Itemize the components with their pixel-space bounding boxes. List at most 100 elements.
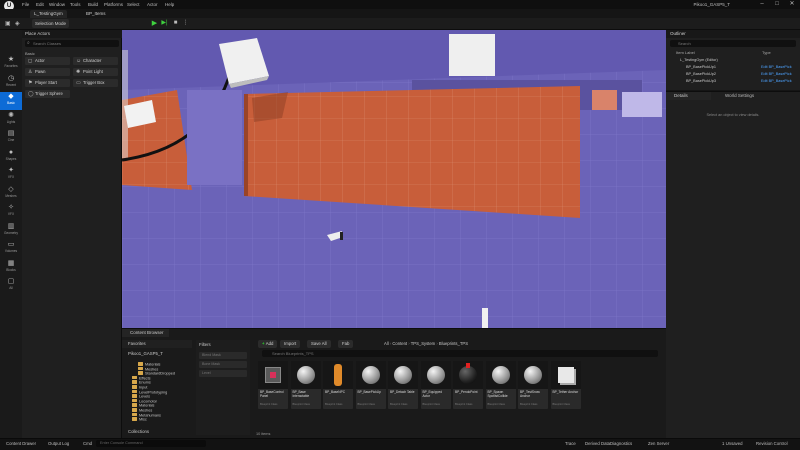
outliner-row[interactable]: BP_BasePickUp2 Edit BP_BasePick — [666, 71, 800, 77]
menu-actor[interactable]: Actor — [147, 2, 158, 7]
add-button[interactable]: + Add — [258, 340, 278, 348]
tab-level[interactable]: L_TestingGym — [30, 10, 67, 18]
sidebar-item-geometry[interactable]: ▥ Geometry — [0, 222, 22, 240]
sidebar-item-volumes[interactable]: ▭ Volumes — [0, 240, 22, 258]
filter-chip[interactable]: Bone Mask — [199, 361, 247, 368]
breadcrumb-item[interactable]: Blueprints_TPS — [439, 341, 468, 346]
asset-tile[interactable]: BP_Detach Table Blueprint Class — [388, 361, 418, 409]
import-button[interactable]: Import — [280, 340, 301, 348]
sidebar-item-recent[interactable]: ◷ Recent — [0, 74, 22, 92]
asset-tile[interactable]: BP_BaseNPC Blueprint Class — [323, 361, 353, 409]
sidebar-item-basic[interactable]: ◆ Basic — [0, 92, 22, 110]
outliner-col-type[interactable]: Type — [762, 50, 771, 55]
asset-name: BP_BasePickUp — [357, 390, 381, 394]
outliner-row[interactable]: BP_BasePickUp1 Edit BP_BasePick — [666, 64, 800, 70]
tab-content-browser[interactable]: Content Browser — [122, 329, 169, 337]
fab-button[interactable]: Fab — [338, 340, 354, 348]
outliner-panel: Outliner Search Item Label Type L_Testin… — [666, 30, 800, 118]
folder-item[interactable]: Misc — [132, 417, 147, 422]
menu-select[interactable]: Select — [127, 2, 140, 7]
outliner-row-type[interactable]: Edit BP_BasePick — [761, 71, 792, 77]
menu-build[interactable]: Build — [88, 2, 98, 7]
save-all-button[interactable]: Save All — [307, 340, 331, 348]
collections-section[interactable]: Collections — [122, 429, 192, 434]
tab-world-settings[interactable]: World Settings — [711, 92, 754, 100]
favorites-section[interactable]: Favorites — [122, 340, 192, 348]
sidebar-item-all[interactable]: ▢ All — [0, 277, 22, 295]
sidebar-item-label: Favorites — [4, 64, 18, 68]
asset-tile[interactable]: BP_BasePickUp Blueprint Class — [355, 361, 386, 409]
asset-tile[interactable]: BP_Base Interactable Blueprint Class — [290, 361, 321, 409]
console-input[interactable]: Enter Console Command — [96, 440, 206, 447]
menu-window[interactable]: Window — [49, 2, 65, 7]
play-icon[interactable]: ▶ — [150, 19, 159, 28]
menu-platforms[interactable]: Platforms — [104, 2, 123, 7]
breadcrumb-item[interactable]: TPS_System — [411, 341, 435, 346]
asset-tile[interactable]: BP_Spawn SpotlistCollide Blueprint Class — [485, 361, 516, 409]
breadcrumb-item[interactable]: Content — [392, 341, 407, 346]
project-root[interactable]: Pikoo1_GASP5_T — [122, 351, 163, 356]
outliner-row-type[interactable]: Edit BP_BasePick — [761, 78, 792, 84]
minimize-icon[interactable]: – — [755, 0, 769, 9]
filter-chip[interactable]: Level — [199, 370, 247, 377]
outliner-row-type[interactable]: Edit BP_BasePick — [761, 64, 792, 70]
sidebar-item-shapes[interactable]: ● Shapes — [0, 148, 22, 166]
outliner-row[interactable]: L_TestingGym (Editor) — [666, 57, 800, 63]
sidebar-item-label: VFX — [7, 212, 15, 216]
asset-tile[interactable]: BP_Equipped Actor Blueprint Class — [420, 361, 451, 409]
actor-character[interactable]: ☺ Character — [73, 57, 118, 65]
asset-tile[interactable]: BP_TestSnow Anchor Blueprint Class — [518, 361, 548, 409]
diagnostics-button[interactable]: Diagnostics — [610, 441, 632, 446]
trace-button[interactable]: Trace — [565, 441, 576, 446]
outliner-col-label[interactable]: Item Label — [676, 50, 695, 55]
selection-mode-button[interactable]: Selection Mode — [32, 19, 70, 28]
sidebar-item-meshes[interactable]: ◇ Meshes — [0, 185, 22, 203]
revision-control-button[interactable]: Revision Control — [756, 441, 788, 446]
sidebar-item-vfx[interactable]: ✧ VFX — [0, 203, 22, 221]
stop-icon[interactable]: ■ — [171, 19, 180, 28]
outliner-row[interactable]: BP_BasePickUp3 Edit BP_BasePick — [666, 78, 800, 84]
asset-thumbnail — [550, 361, 581, 389]
sidebar-item-favorites[interactable]: ★ Favorites — [0, 55, 22, 73]
actor-trigger-box[interactable]: ▭ Trigger Box — [73, 79, 118, 87]
outliner-search[interactable]: Search — [670, 40, 796, 47]
output-log-button[interactable]: Output Log — [48, 441, 69, 446]
derived-data-button[interactable]: Derived Data — [585, 441, 610, 446]
sidebar-item-vfx[interactable]: ✦ VFX — [0, 166, 22, 184]
unsaved-button[interactable]: 1 Unsaved — [722, 441, 743, 446]
sidebar-item-blocks[interactable]: ▦ Blocks — [0, 259, 22, 277]
close-icon[interactable]: ✕ — [785, 0, 799, 9]
menu-help[interactable]: Help — [165, 2, 174, 7]
sidebar-item-cine[interactable]: ▤ Cine — [0, 129, 22, 147]
cmd-label[interactable]: Cmd — [83, 441, 92, 446]
mode-icon[interactable]: ◈ — [15, 20, 20, 27]
save-icon[interactable]: ▣ — [5, 20, 11, 27]
options-icon[interactable]: ⋮ — [181, 19, 190, 28]
outliner-title: Outliner — [666, 30, 800, 38]
tab-bp-items[interactable]: BP_Items — [82, 10, 110, 18]
zen-server-button[interactable]: Zen Server — [648, 441, 669, 446]
menu-file[interactable]: File — [22, 2, 29, 7]
actor-trigger-sphere[interactable]: ◯ Trigger Sphere — [25, 90, 70, 98]
actor-player-start[interactable]: ⚑ Player Start — [25, 79, 70, 87]
maximize-icon[interactable]: □ — [770, 0, 784, 9]
menu-tools[interactable]: Tools — [70, 2, 81, 7]
actor-pawn[interactable]: ♙ Pawn — [25, 68, 70, 76]
sidebar-item-lights[interactable]: ✺ Lights — [0, 111, 22, 129]
folder-icon — [132, 375, 137, 380]
tab-details[interactable]: Details — [666, 92, 711, 100]
content-drawer-button[interactable]: Content Drawer — [6, 441, 36, 446]
actor-point-light[interactable]: ✺ Point Light — [73, 68, 118, 76]
asset-tile[interactable]: BP_BaseControl Panel Blueprint Class — [258, 361, 288, 409]
content-search[interactable]: Search Blueprints_TPS — [262, 350, 658, 357]
menu-edit[interactable]: Edit — [36, 2, 44, 7]
asset-tile[interactable]: BP_PendoPoint Blueprint Class — [453, 361, 483, 409]
asset-name: BP_Equipped Actor — [422, 390, 443, 398]
level-viewport[interactable] — [122, 30, 666, 328]
step-icon[interactable]: ▶| — [160, 19, 169, 28]
filter-chip[interactable]: Blend Mask — [199, 352, 247, 359]
actor-actor[interactable]: ◻ Actor — [25, 57, 70, 65]
place-actors-search[interactable]: Search Classes — [25, 40, 119, 47]
fuse-icon — [466, 363, 470, 368]
asset-tile[interactable]: BP_Tether Anchor Blueprint Class — [550, 361, 581, 409]
